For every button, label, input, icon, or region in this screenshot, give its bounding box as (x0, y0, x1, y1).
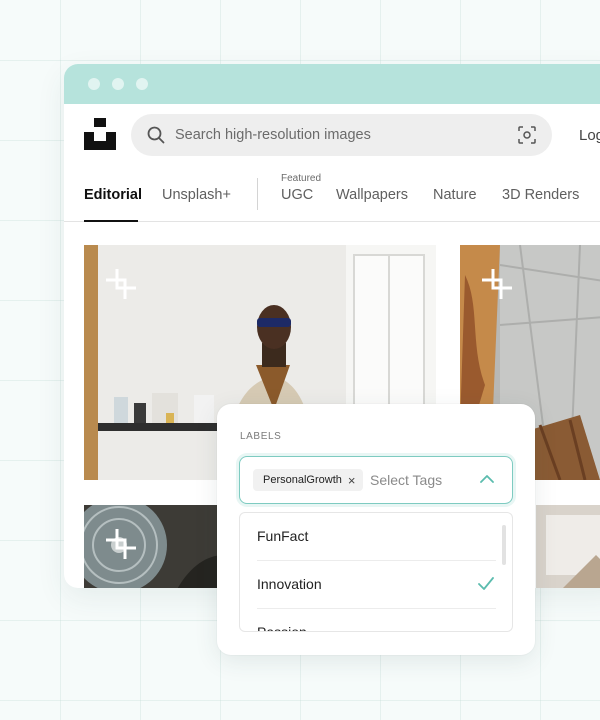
tab-wallpapers[interactable]: Wallpapers (336, 187, 408, 203)
visual-search-icon[interactable] (518, 126, 536, 144)
tags-select[interactable]: PersonalGrowth × Select Tags (239, 456, 513, 504)
window-close-dot[interactable] (88, 78, 100, 90)
search-input[interactable]: Search high-resolution images (175, 127, 371, 143)
window-maximize-dot[interactable] (136, 78, 148, 90)
selected-tag-chip: PersonalGrowth × (253, 469, 364, 491)
search-icon[interactable] (147, 126, 165, 144)
plus-mark-icon (482, 269, 512, 299)
tags-select-input[interactable]: Select Tags (370, 472, 442, 488)
topic-nav: Editorial Unsplash+ Featured UGC Wallpap… (64, 168, 600, 222)
window-titlebar (64, 64, 600, 104)
site-header: Search high-resolution images Log (64, 104, 600, 166)
labels-section-title: LABELS (240, 431, 282, 442)
tab-editorial[interactable]: Editorial (84, 187, 142, 203)
featured-label: Featured (281, 173, 322, 184)
search-bar[interactable]: Search high-resolution images (131, 114, 552, 156)
login-link[interactable]: Log (579, 127, 600, 144)
check-icon (478, 577, 494, 590)
window-minimize-dot[interactable] (112, 78, 124, 90)
option-innovation[interactable]: Innovation (257, 561, 496, 609)
photo-image (536, 505, 600, 588)
plus-mark-icon (106, 269, 136, 299)
tab-nature[interactable]: Nature (433, 187, 477, 203)
labels-popup: LABELS PersonalGrowth × Select Tags FunF… (217, 404, 535, 655)
active-tab-indicator (84, 220, 138, 222)
selected-tag-label: PersonalGrowth (263, 474, 342, 486)
tab-unsplash-plus[interactable]: Unsplash+ (162, 187, 231, 203)
unsplash-logo[interactable] (84, 118, 116, 150)
option-label: FunFact (257, 528, 309, 544)
option-label: Passion (257, 624, 307, 632)
tab-3d-renders[interactable]: 3D Renders (502, 187, 579, 203)
chevron-up-icon[interactable] (480, 474, 494, 484)
close-icon[interactable]: × (348, 474, 356, 487)
nav-divider (257, 178, 258, 210)
options-scrollbar[interactable] (502, 525, 506, 565)
tags-options-list[interactable]: FunFact Innovation Passion (239, 512, 513, 632)
photo-card[interactable] (536, 505, 600, 588)
plus-mark-icon (106, 529, 136, 559)
option-passion[interactable]: Passion (257, 609, 496, 632)
option-label: Innovation (257, 576, 322, 592)
option-funfact[interactable]: FunFact (257, 513, 496, 561)
tab-ugc[interactable]: UGC (281, 187, 313, 203)
